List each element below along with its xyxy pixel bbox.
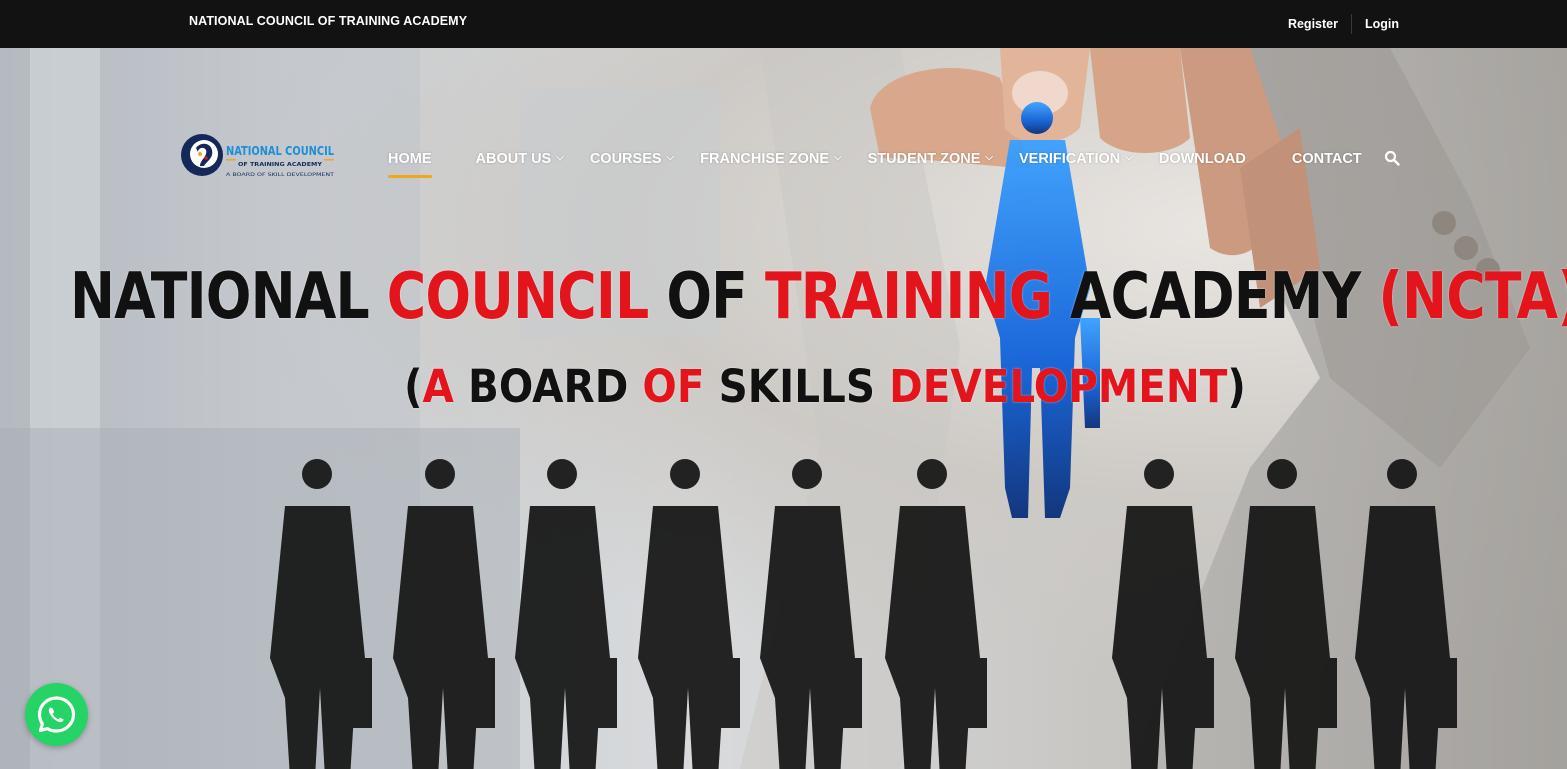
top-bar: NATIONAL COUNCIL OF TRAINING ACADEMY Reg…: [0, 0, 1567, 48]
search-icon[interactable]: [1384, 150, 1400, 166]
register-link[interactable]: Register: [1288, 17, 1338, 31]
nav-student-zone[interactable]: STUDENT ZONE ⌵: [868, 151, 993, 167]
nav-home[interactable]: HOME: [388, 151, 432, 178]
chevron-down-icon: ⌵: [834, 151, 842, 163]
nav-home-label: HOME: [388, 151, 432, 167]
main-nav: HOME ABOUT US ⌵ COURSES ⌵ FRANCHISE ZONE ⌵ …: [388, 148, 1362, 178]
chevron-down-icon: ⌵: [1125, 151, 1133, 163]
nav-courses[interactable]: COURSES ⌵: [590, 151, 674, 167]
divider: [1350, 14, 1352, 34]
hero-subheadline: (A BOARD OF SKILLS DEVELOPMENT): [404, 360, 1246, 413]
login-link[interactable]: Login: [1365, 17, 1399, 31]
logo-line1: NATIONAL COUNCIL: [226, 144, 334, 158]
chevron-down-icon: ⌵: [556, 151, 564, 163]
subline-part: DEVELOPMENT: [889, 360, 1228, 413]
logo-line3: A BOARD OF SKILL DEVELOPMENT: [226, 172, 334, 178]
headline-part: ACADEMY: [1069, 260, 1379, 334]
subline-part: SKILLS: [718, 360, 890, 413]
chevron-down-icon: ⌵: [666, 151, 675, 163]
subline-part: (: [404, 360, 423, 413]
subline-part: BOARD: [467, 360, 643, 413]
headline-part: (NCTA): [1378, 260, 1567, 334]
whatsapp-button[interactable]: [25, 683, 88, 746]
subline-part: OF: [642, 360, 719, 413]
top-bar-links: Register Login: [1288, 14, 1399, 34]
headline-part: NATIONAL: [70, 260, 387, 334]
site-logo[interactable]: NATIONAL COUNCIL OF TRAINING ACADEMY A B…: [178, 128, 338, 182]
headline-part: COUNCIL: [386, 260, 667, 334]
whatsapp-icon: [37, 696, 76, 733]
headline-part: TRAINING: [764, 260, 1070, 334]
headline-part: OF: [666, 260, 765, 334]
hero-headline: NATIONAL COUNCIL OF TRAINING ACADEMY (NC…: [70, 260, 1567, 334]
logo-emblem-icon: NATIONAL COUNCIL OF TRAINING ACADEMY A B…: [181, 134, 334, 178]
nav-student-zone-label: STUDENT ZONE: [867, 151, 981, 167]
nav-download-label: DOWNLOAD: [1158, 151, 1246, 167]
logo-line2: OF TRAINING ACADEMY: [238, 162, 323, 168]
subline-part: ): [1227, 360, 1246, 413]
nav-verification-label: VERIFICATION: [1019, 151, 1121, 167]
chevron-down-icon: ⌵: [985, 151, 994, 163]
nav-about-us-label: ABOUT US: [475, 151, 552, 167]
nav-franchise-zone-label: FRANCHISE ZONE: [700, 151, 830, 167]
nav-verification[interactable]: VERIFICATION ⌵: [1019, 151, 1133, 167]
subline-part: A: [422, 360, 468, 413]
nav-franchise-zone[interactable]: FRANCHISE ZONE ⌵: [700, 151, 842, 167]
nav-contact-label: CONTACT: [1291, 151, 1362, 167]
nav-about-us[interactable]: ABOUT US ⌵: [476, 151, 564, 167]
nav-download[interactable]: DOWNLOAD: [1159, 151, 1246, 167]
nav-courses-label: COURSES: [589, 151, 662, 167]
nav-contact[interactable]: CONTACT: [1292, 151, 1362, 167]
top-bar-brand: NATIONAL COUNCIL OF TRAINING ACADEMY: [189, 14, 468, 28]
